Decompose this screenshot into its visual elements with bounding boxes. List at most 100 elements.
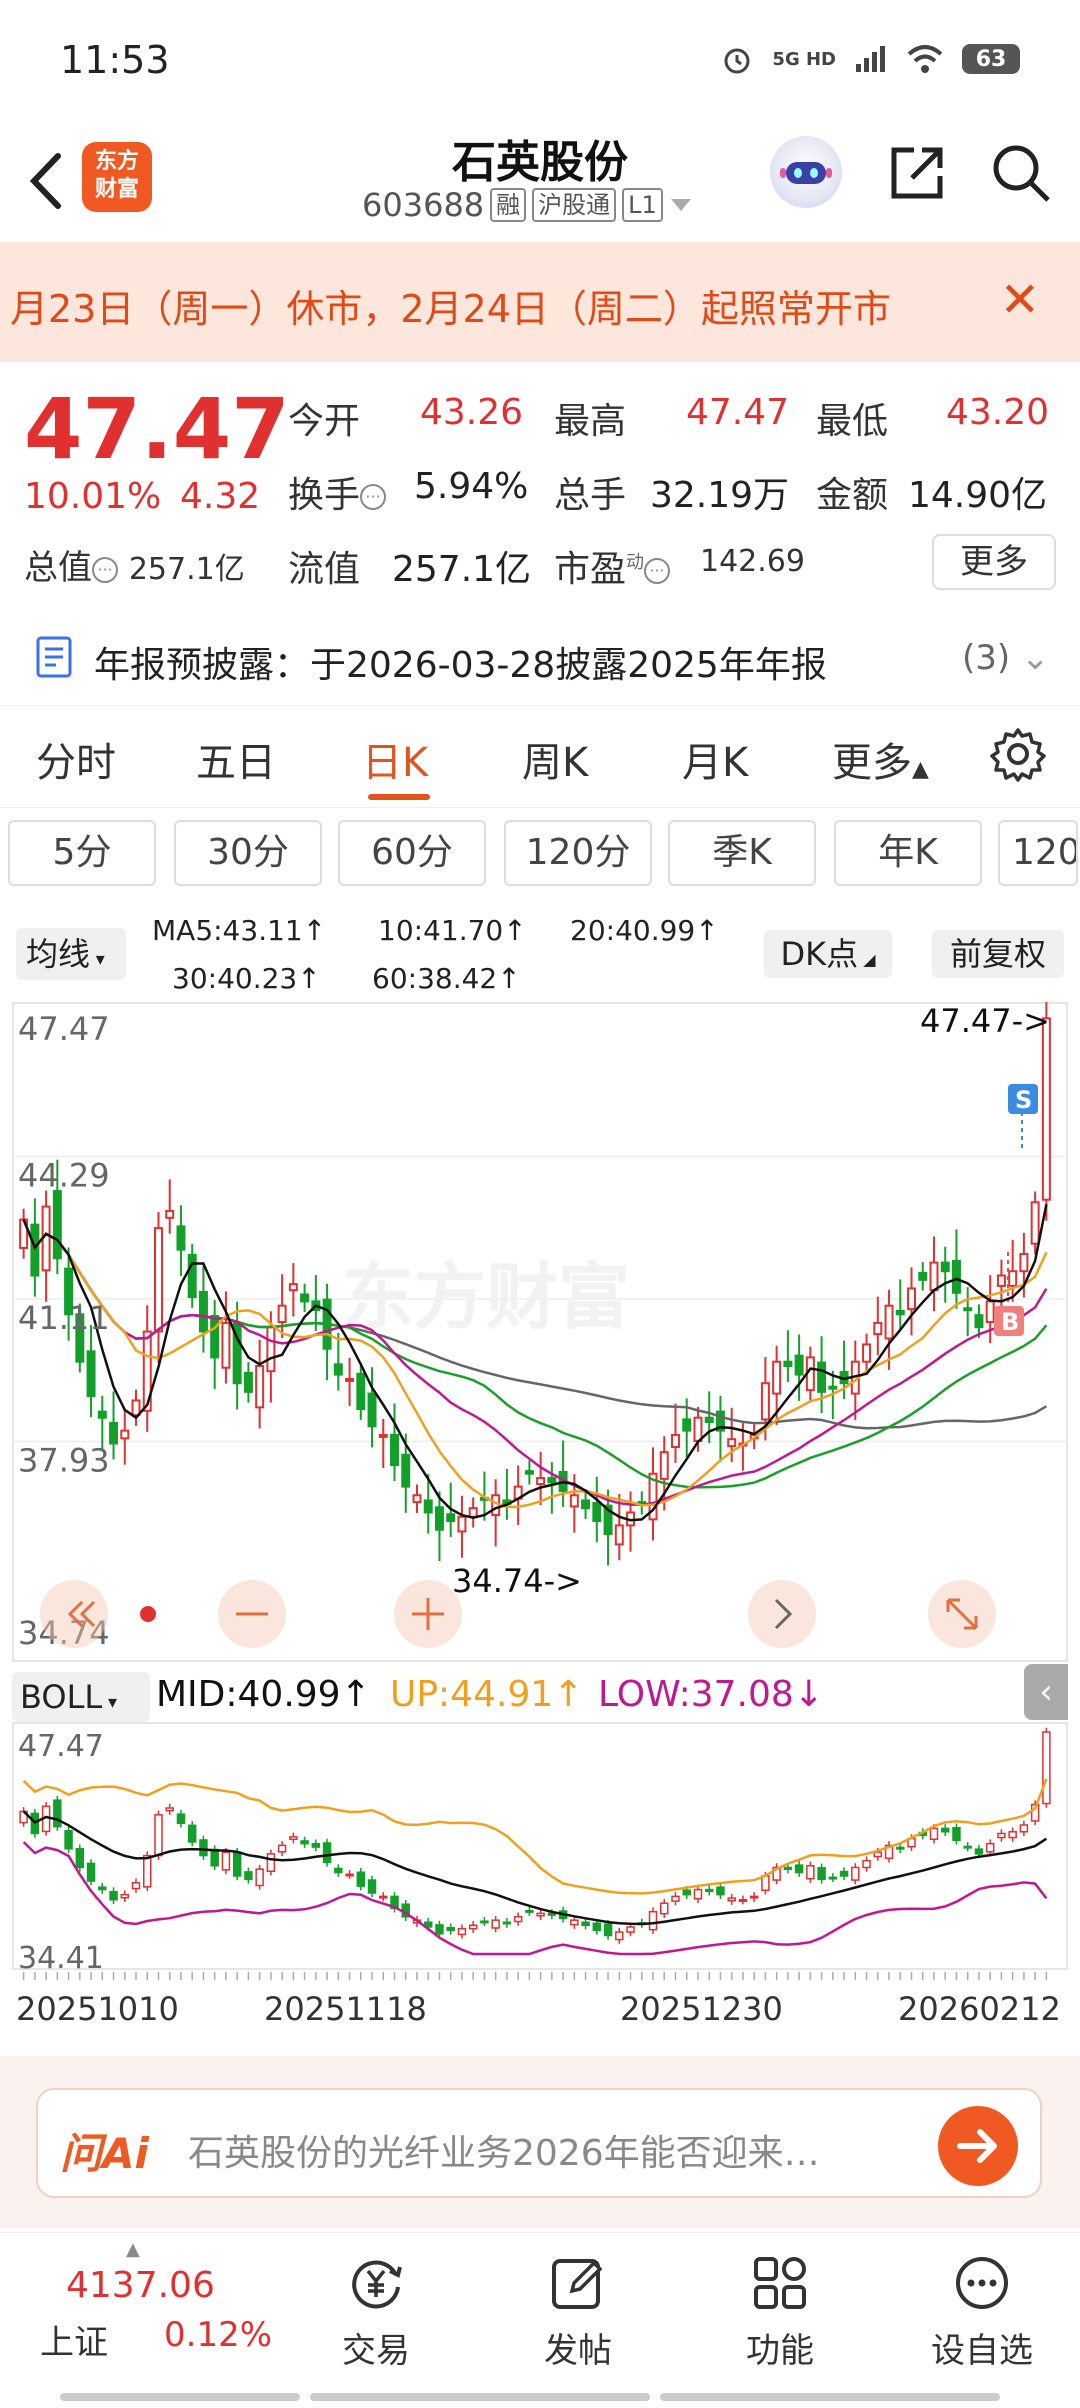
nav-add-watchlist[interactable]: 设自选: [912, 2253, 1052, 2372]
high-value: 47.47: [686, 392, 790, 433]
candle-body: [895, 1309, 905, 1316]
boll-candle-body: [671, 1895, 680, 1902]
index-value[interactable]: 4137.06: [66, 2265, 215, 2306]
ai-area: 问Ai 石英股份的光纤业务2026年能否迎来…: [0, 2056, 1080, 2228]
boll-candle-body: [356, 1871, 366, 1887]
stock-code: 603688: [362, 186, 485, 224]
date-label: 20251118: [264, 1990, 427, 2028]
nav-functions[interactable]: 功能: [710, 2253, 850, 2372]
chip-year-k[interactable]: 年K: [834, 820, 982, 886]
boll-candle-body: [581, 1921, 590, 1927]
send-arrow-button[interactable]: [938, 2106, 1018, 2186]
candle-body: [907, 1287, 916, 1311]
boll-svg: 47.47 34.41: [12, 1722, 1068, 1976]
boll-candle-body: [862, 1859, 871, 1869]
tab-monthly-k[interactable]: 月K: [682, 730, 748, 788]
gear-icon[interactable]: [990, 726, 1046, 782]
chip-120-extra[interactable]: 120: [998, 820, 1078, 886]
boll-bottom-label: 34.41: [18, 1941, 104, 1970]
candle-body: [401, 1453, 411, 1488]
search-icon[interactable]: [990, 142, 1052, 204]
chip-60min[interactable]: 60分: [338, 820, 486, 886]
candle-body: [468, 1507, 478, 1518]
tab-intraday[interactable]: 分时: [36, 730, 116, 788]
boll-candle-body: [985, 1842, 995, 1853]
boll-candle-body: [648, 1910, 658, 1931]
turnover-label[interactable]: 换手 ···: [288, 466, 387, 518]
tab-daily-k[interactable]: 日K: [362, 730, 428, 788]
volume-label: 总手: [554, 475, 627, 516]
candle-body: [154, 1227, 163, 1333]
candle-body: [581, 1499, 591, 1510]
caret-up-icon: ▲: [912, 757, 929, 782]
boll-candle-body: [457, 1927, 467, 1936]
nav-label: 功能: [746, 2331, 814, 2371]
market-notice-banner[interactable]: 月23日（周一）休市，2月24日（周二）起照常开市 ✕: [0, 242, 1080, 362]
boll-candle-body: [311, 1842, 321, 1848]
amount-value: 14.90亿: [908, 475, 1048, 516]
total-market-cap[interactable]: 总值 ··· 257.1亿: [24, 540, 245, 589]
stock-code-row[interactable]: 603688 融 沪股通 L1: [362, 186, 693, 224]
boll-chart[interactable]: 47.47 34.41: [12, 1722, 1068, 1976]
arrow-right-icon: [957, 2129, 997, 2163]
boll-candle-body: [98, 1886, 107, 1891]
boll-candle-body: [345, 1873, 354, 1877]
index-percent[interactable]: 0.12%: [164, 2315, 272, 2355]
boll-candle-body: [896, 1846, 905, 1850]
ai-question-text: 石英股份的光纤业务2026年能否迎来…: [188, 2133, 820, 2174]
collapse-panel-icon[interactable]: ‹: [1024, 1664, 1068, 1720]
chip-5min[interactable]: 5分: [8, 820, 156, 886]
nav-post[interactable]: 发帖: [508, 2253, 648, 2372]
chip-quarter-k[interactable]: 季K: [668, 820, 816, 886]
kline-chart[interactable]: 东方财富47.4744.2941.1137.9334.7447.47->34.7…: [12, 992, 1068, 1662]
candle-body: [929, 1261, 939, 1292]
signal-icon: [856, 46, 885, 72]
close-icon[interactable]: ✕: [1000, 272, 1040, 328]
interval-chips: 5分 30分 60分 120分 季K 年K 120: [0, 820, 1080, 890]
pe-label[interactable]: 市盈动 ···: [554, 540, 671, 592]
alarm-icon: [724, 48, 750, 74]
boll-selector[interactable]: BOLL ▾: [12, 1672, 150, 1722]
share-icon[interactable]: [886, 142, 948, 204]
last-price: 47.47: [24, 380, 290, 478]
boll-candle-body: [480, 1920, 489, 1924]
amount-label: 金额: [816, 475, 889, 516]
high-label: 最高: [554, 401, 627, 442]
boll-candle-body: [221, 1851, 231, 1871]
volume-value: 32.19万: [650, 475, 790, 516]
annual-report-notice[interactable]: 年报预披露：于2026-03-28披露2025年年报 (3) ⌄: [0, 612, 1080, 706]
chip-120min[interactable]: 120分: [504, 820, 652, 886]
connect-tag: 沪股通: [532, 188, 617, 222]
ma30-value: 30:40.23↑: [172, 962, 321, 995]
chip-30min[interactable]: 30分: [174, 820, 322, 886]
candle-body: [817, 1361, 827, 1393]
more-button[interactable]: 更多: [932, 534, 1056, 590]
y-tick-label: 41.11: [18, 1299, 110, 1337]
b-marker-label: B: [1001, 1308, 1019, 1336]
date-axis: 20251010 20251118 20251230 20260212: [0, 1972, 1080, 2032]
price-adjust-button[interactable]: 前复权: [932, 930, 1064, 978]
boll-candle-body: [940, 1827, 950, 1833]
candle-body: [412, 1494, 422, 1504]
tab-more[interactable]: 更多▲: [832, 730, 929, 788]
change-percent: 10.01%: [24, 476, 162, 517]
nav-trade[interactable]: 交易: [306, 2253, 446, 2372]
ai-robot-icon[interactable]: [770, 136, 842, 208]
tab-five-day[interactable]: 五日: [196, 730, 276, 788]
tab-weekly-k[interactable]: 周K: [522, 730, 588, 788]
boll-candle-body: [491, 1919, 500, 1929]
candle-body: [255, 1364, 265, 1409]
candle-body: [378, 1433, 388, 1438]
boll-candle-body: [603, 1923, 613, 1937]
ai-question-bar[interactable]: 问Ai 石英股份的光纤业务2026年能否迎来…: [36, 2088, 1042, 2198]
indicator-selector[interactable]: 均线 ▾: [16, 928, 126, 980]
candle-body: [176, 1225, 186, 1251]
candle-body: [614, 1524, 624, 1546]
dk-point-button[interactable]: DK点 ◢: [764, 930, 892, 978]
candle-body: [727, 1438, 737, 1448]
boll-candle-body: [120, 1893, 130, 1899]
index-name[interactable]: 上证: [40, 2315, 108, 2364]
boll-candle-body: [749, 1895, 759, 1899]
home-indicator: [60, 2393, 1020, 2403]
candle-body: [288, 1283, 298, 1292]
